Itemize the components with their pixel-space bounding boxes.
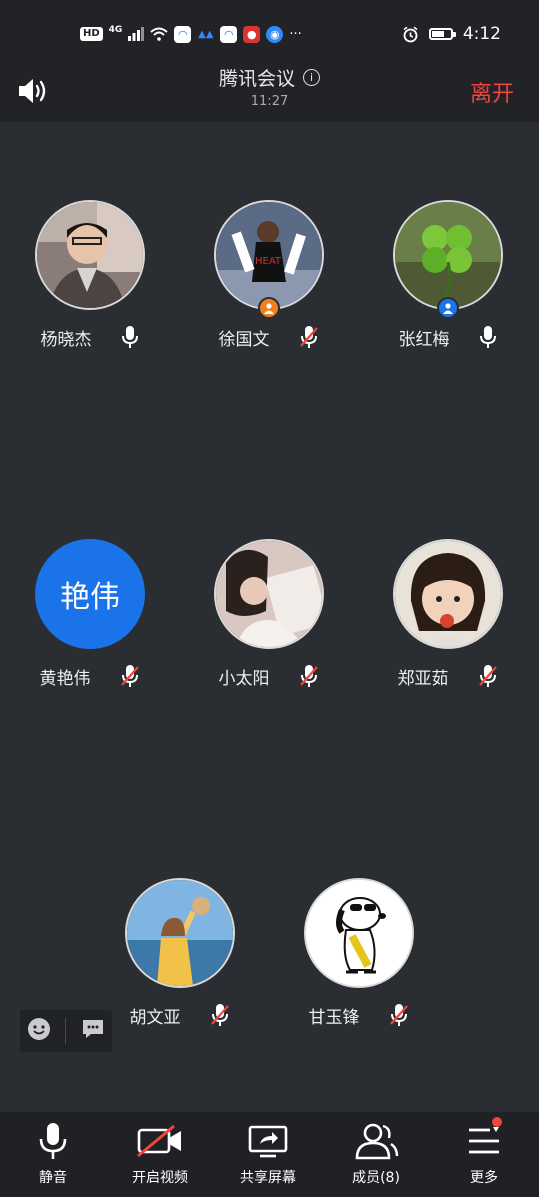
alarm-icon	[403, 26, 418, 42]
participant-tile[interactable]: HEAT 徐国文	[194, 200, 344, 350]
mic-muted-icon	[298, 664, 320, 688]
participant-name: 郑亚茹	[397, 668, 449, 689]
mic-muted-icon	[209, 1003, 231, 1027]
video-off-icon	[137, 1124, 181, 1158]
avatar: 艳伟	[35, 539, 145, 649]
bottom-toolbar: 静音 开启视频 共享屏幕 成员(8) 更多	[0, 1112, 539, 1197]
participant-tile[interactable]: 郑亚茹	[373, 539, 523, 689]
leave-button[interactable]: 离开	[470, 76, 514, 108]
network-type: 4G	[108, 25, 123, 35]
mic-muted-icon	[119, 664, 141, 688]
members-button[interactable]: 成员(8)	[331, 1120, 421, 1187]
avatar: HEAT	[214, 200, 324, 319]
share-screen-icon	[248, 1125, 288, 1158]
reaction-chat-panel	[20, 1010, 112, 1052]
avatar	[125, 878, 235, 988]
meeting-duration: 11:27	[250, 94, 289, 109]
share-screen-button[interactable]: 共享屏幕	[223, 1120, 313, 1187]
mute-label: 静音	[39, 1170, 67, 1186]
battery-icon	[428, 28, 456, 40]
mute-button[interactable]: 静音	[8, 1120, 98, 1187]
more-menu-icon	[469, 1127, 499, 1154]
participant-name: 黄艳伟	[39, 668, 91, 689]
microphone-icon	[39, 1123, 67, 1159]
host-badge-icon	[258, 297, 280, 319]
members-icon	[355, 1123, 399, 1160]
avatar	[35, 200, 145, 310]
divider	[65, 1018, 67, 1044]
app-notification-icon: ◉	[266, 25, 284, 43]
start-video-label: 开启视频	[132, 1170, 188, 1186]
avatar-initials: 艳伟	[60, 580, 120, 615]
mic-on-icon	[478, 325, 498, 349]
participant-name: 小太阳	[218, 668, 270, 689]
avatar	[304, 878, 414, 988]
avatar	[393, 200, 503, 319]
participant-tile[interactable]: 张红梅	[373, 200, 523, 350]
mic-muted-icon	[388, 1003, 410, 1027]
share-screen-label: 共享屏幕	[240, 1170, 296, 1186]
app-notification-icon: ●	[243, 25, 261, 43]
hd-indicator: HD	[80, 27, 103, 41]
emoji-icon	[28, 1018, 51, 1040]
participant-tile[interactable]: 甘玉锋	[284, 878, 434, 1028]
mic-on-icon	[120, 325, 140, 349]
svg-text:HEAT: HEAT	[255, 256, 282, 267]
members-label: 成员(8)	[352, 1170, 400, 1186]
participant-name: 杨晓杰	[40, 329, 92, 350]
info-icon[interactable]: i	[303, 69, 320, 86]
notification-dot	[492, 1117, 502, 1127]
participant-name: 徐国文	[218, 329, 270, 350]
start-video-button[interactable]: 开启视频	[115, 1120, 205, 1187]
participant-name: 胡文亚	[129, 1007, 181, 1028]
participant-tile[interactable]: 胡文亚	[105, 878, 255, 1028]
app-notification-icon: ◠	[174, 25, 192, 43]
participant-name: 甘玉锋	[308, 1007, 360, 1028]
chat-icon	[82, 1020, 103, 1038]
cohost-badge-icon	[437, 297, 459, 319]
wifi-icon	[150, 27, 168, 41]
more-notifications-icon: ···	[289, 26, 302, 42]
meeting-header: 腾讯会议 i 11:27 离开	[0, 68, 539, 122]
app-notification-icon: ▲▲	[198, 28, 214, 40]
app-notification-icon: ◠	[220, 25, 238, 43]
mic-muted-icon	[477, 664, 499, 688]
participant-tile[interactable]: 杨晓杰	[15, 200, 165, 350]
participant-tile[interactable]: 艳伟 黄艳伟	[15, 539, 165, 689]
mic-muted-icon	[298, 325, 320, 349]
participant-name: 张红梅	[398, 329, 450, 350]
clock: 4:12	[462, 24, 501, 44]
meeting-title: 腾讯会议	[218, 68, 295, 90]
participant-tile[interactable]: 小太阳	[194, 539, 344, 689]
chat-button[interactable]	[81, 1018, 105, 1044]
avatar	[214, 539, 324, 649]
avatar	[393, 539, 503, 649]
more-label: 更多	[470, 1170, 498, 1186]
status-bar: HD 4G ◠ ▲▲ ◠ ● ◉ ··· 4:12	[0, 0, 539, 68]
signal-icon	[128, 27, 145, 41]
more-button[interactable]: 更多	[439, 1117, 529, 1187]
emoji-button[interactable]	[27, 1017, 51, 1045]
